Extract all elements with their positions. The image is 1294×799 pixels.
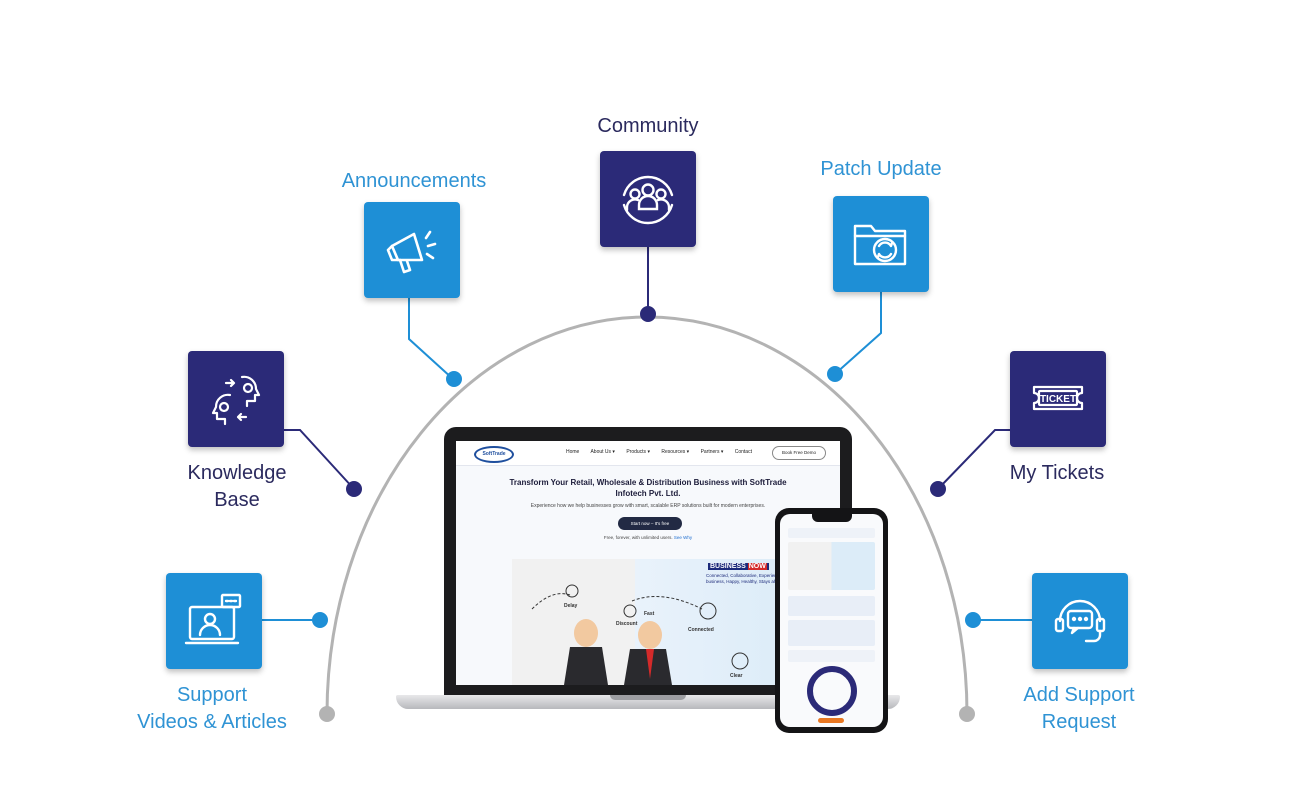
laptop-base-notch [610, 695, 686, 700]
folder-sync-icon [853, 224, 907, 266]
my-tickets-label: My Tickets [1009, 462, 1105, 484]
nav-resources[interactable]: Resources ▾ [661, 449, 689, 455]
hero-subtitle: Experience how we help businesses grow w… [530, 503, 766, 509]
headset-chat-icon [1054, 599, 1106, 643]
arc-end-right [959, 706, 975, 722]
megaphone-icon [386, 230, 437, 274]
idea-heads-icon [211, 375, 261, 426]
nav-products[interactable]: Products ▾ [626, 449, 650, 455]
banner-subtitle: Connected, Collaborative, Experiential b… [706, 573, 784, 584]
add-support-label: Add Support Request [1023, 684, 1135, 733]
phone-hero-image [788, 542, 875, 590]
ticket-icon-text: TICKET [1040, 394, 1076, 405]
announcements-tile[interactable] [364, 202, 460, 298]
dot-patch-update [827, 366, 843, 382]
dot-my-tickets [930, 481, 946, 497]
site-logo[interactable]: SoftTrade [474, 446, 514, 463]
phone-cta-button[interactable] [818, 718, 844, 723]
phone-mockup [775, 508, 888, 733]
site-nav-links: Home About Us ▾ Products ▾ Resources ▾ P… [566, 449, 762, 455]
business-now-banner: BUSINESS NOW [708, 563, 769, 570]
support-videos-label: Support Videos & Articles [137, 684, 287, 733]
phone-screen [780, 514, 883, 727]
hero-title: Transform Your Retail, Wholesale & Distr… [509, 478, 787, 498]
nav-partners[interactable]: Partners ▾ [701, 449, 724, 455]
my-tickets-tile[interactable]: TICKET [1010, 351, 1106, 447]
hero-note-text: Free, forever, with unlimited users. [603, 535, 673, 540]
dot-announcements [446, 371, 462, 387]
dot-support-videos [312, 612, 328, 628]
announcements-label: Announcements [341, 170, 487, 192]
hero-note: Free, forever, with unlimited users. See… [496, 535, 800, 540]
support-portal-infographic: Community Announcements Patch Update Kno… [0, 0, 1294, 799]
patch-update-label: Patch Update [820, 158, 942, 180]
community-label: Community [597, 115, 699, 137]
stage-discount: Discount [616, 621, 638, 627]
stage-clear: Clear [730, 673, 743, 679]
phone-section-3 [788, 650, 875, 662]
stage-fast: Fast [644, 611, 655, 617]
video-call-icon [184, 593, 242, 645]
phone-section-2 [788, 620, 875, 646]
banner-business: BUSINESS [710, 563, 746, 570]
dot-knowledge-base [346, 481, 362, 497]
arc-end-left [319, 706, 335, 722]
phone-header [788, 528, 875, 538]
knowledge-base-label: Knowledge Base [187, 462, 287, 511]
stage-delay: Delay [564, 603, 578, 609]
nav-home[interactable]: Home [566, 449, 579, 455]
support-videos-tile[interactable] [166, 573, 262, 669]
start-now-button[interactable]: Start now – It's free [618, 517, 682, 530]
phone-module-wheel [807, 666, 857, 716]
patch-update-tile[interactable] [833, 196, 929, 292]
community-tile[interactable] [600, 151, 696, 247]
nav-contact[interactable]: Contact [735, 449, 752, 455]
stage-connected: Connected [688, 627, 714, 633]
phone-notch [812, 514, 852, 522]
community-group-icon [622, 175, 674, 225]
book-demo-button[interactable]: Book Free Demo [772, 446, 826, 460]
phone-section-1 [788, 596, 875, 616]
banner-now: NOW [747, 563, 767, 570]
dot-community [640, 306, 656, 322]
see-why-link[interactable]: See Why [674, 535, 692, 540]
add-support-tile[interactable] [1032, 573, 1128, 669]
ticket-icon: TICKET [1032, 385, 1084, 411]
site-navbar: SoftTrade Home About Us ▾ Products ▾ Res… [456, 441, 840, 466]
knowledge-base-tile[interactable] [188, 351, 284, 447]
nav-about[interactable]: About Us ▾ [590, 449, 614, 455]
dot-add-support [965, 612, 981, 628]
